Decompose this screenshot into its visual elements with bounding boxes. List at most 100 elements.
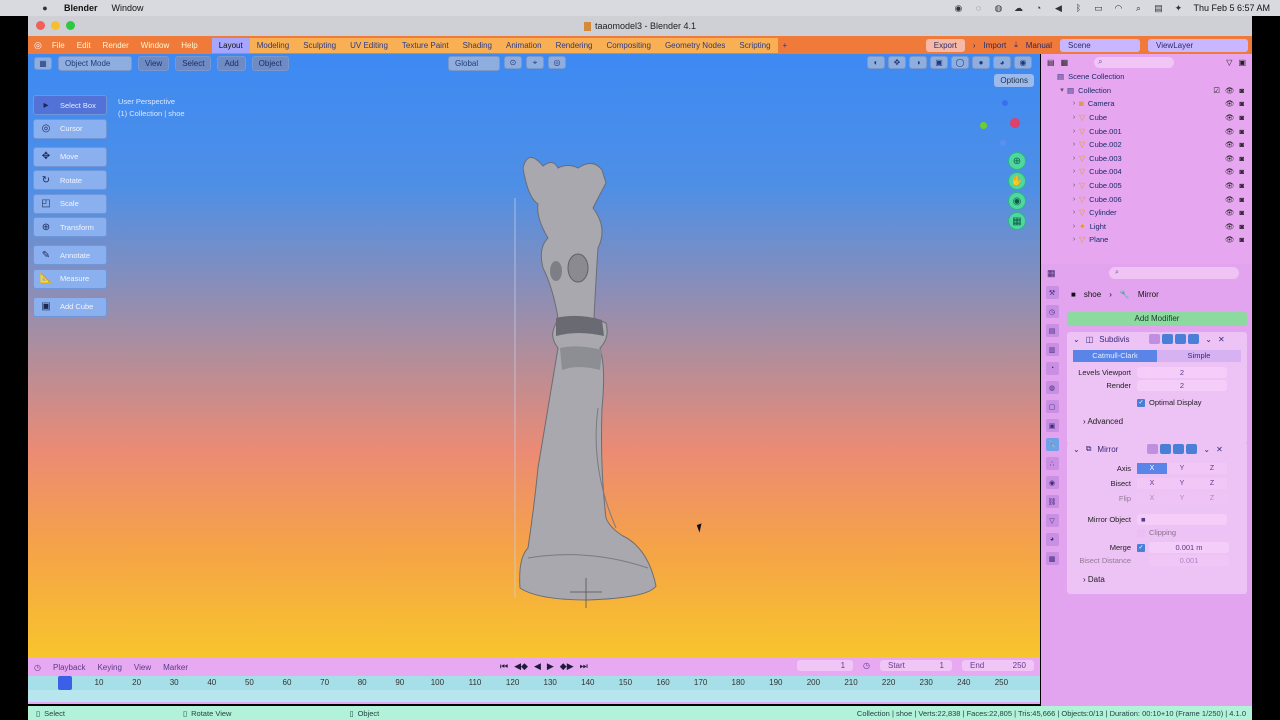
current-frame-field[interactable]: 1: [797, 660, 854, 671]
camera-render-icon[interactable]: ◙: [1239, 140, 1244, 149]
tool-tab-icon[interactable]: ⚒: [1045, 286, 1059, 299]
viewport-toggle-icon[interactable]: [1175, 334, 1187, 344]
outliner-item-cube-005[interactable]: › ▽ Cube.005 👁 ◙: [1041, 179, 1252, 193]
subdivision-name-field[interactable]: Subdivis: [1099, 335, 1139, 344]
tab-geometry-nodes[interactable]: Geometry Nodes: [657, 37, 733, 53]
menu-keying[interactable]: Keying: [97, 663, 121, 672]
pan-hand-icon[interactable]: ✋: [1008, 172, 1026, 190]
properties-editor-icon[interactable]: ▦: [1047, 268, 1056, 279]
data-tab-icon[interactable]: ▽: [1045, 514, 1059, 527]
eye-icon[interactable]: 👁: [1225, 222, 1235, 231]
playhead[interactable]: [58, 676, 73, 690]
transform-orientation-dropdown[interactable]: Global: [448, 56, 500, 71]
wireframe-shading-icon[interactable]: ◯: [951, 56, 969, 69]
collection-row[interactable]: ▾ ▤ Collection ☑ 👁 ◙: [1041, 84, 1252, 98]
eye-icon[interactable]: 👁: [1225, 140, 1235, 149]
breadcrumb-modifier[interactable]: Mirror: [1138, 290, 1159, 299]
camera-render-icon[interactable]: ◙: [1239, 195, 1244, 204]
subdivision-modifier-header[interactable]: ⌄ ◫ Subdivis ⌄ ✕: [1067, 332, 1247, 346]
editor-type-icon[interactable]: ▦: [34, 56, 52, 70]
gizmo-icon[interactable]: ✥: [888, 56, 906, 69]
camera-render-icon[interactable]: ◙: [1239, 167, 1244, 176]
menu-select[interactable]: Select: [175, 55, 212, 71]
tab-scripting[interactable]: Scripting: [732, 37, 778, 53]
pivot-icon[interactable]: ⊙: [504, 56, 522, 69]
mirror-object-field[interactable]: ■: [1137, 514, 1227, 525]
display-mode-icon[interactable]: ▦: [1061, 58, 1069, 67]
solid-shading-icon[interactable]: ●: [972, 56, 990, 69]
expand-icon[interactable]: ›: [1069, 168, 1079, 175]
merge-checkbox[interactable]: ✓: [1137, 543, 1145, 552]
tab-layout[interactable]: Layout: [211, 37, 250, 53]
record-icon[interactable]: ◉: [953, 3, 963, 13]
xray-icon[interactable]: ▣: [930, 56, 948, 69]
snap-icon[interactable]: ⌖: [526, 56, 544, 69]
menu-edit[interactable]: Edit: [77, 41, 91, 50]
jump-end-icon[interactable]: ⏭: [580, 661, 588, 672]
menu-render[interactable]: Render: [103, 41, 129, 50]
tab-catmull-clark[interactable]: Catmull-Clark: [1073, 350, 1157, 362]
scene-tab-icon[interactable]: ◔: [1045, 362, 1059, 375]
expand-icon[interactable]: ›: [1069, 141, 1079, 148]
expand-icon[interactable]: ›: [1069, 100, 1079, 107]
mac-menu-window[interactable]: Window: [112, 3, 144, 13]
search-icon[interactable]: ⌕: [1133, 3, 1143, 13]
start-frame-field[interactable]: Start 1: [880, 660, 952, 671]
play-reverse-icon[interactable]: ◀: [534, 661, 541, 672]
camera-render-icon[interactable]: ◙: [1239, 222, 1244, 231]
cloud-icon[interactable]: ☁: [1013, 3, 1023, 13]
dropdown-icon[interactable]: ⌄: [1205, 335, 1212, 344]
menu-view[interactable]: View: [138, 55, 170, 71]
bisect-y-toggle[interactable]: Y: [1167, 478, 1197, 489]
menu-marker[interactable]: Marker: [163, 663, 188, 672]
tab-texture-paint[interactable]: Texture Paint: [394, 37, 456, 53]
axis-x-dot[interactable]: [1010, 118, 1020, 128]
outliner-item-plane[interactable]: › ▽ Plane 👁 ◙: [1041, 233, 1252, 247]
camera-render-icon[interactable]: ◙: [1239, 127, 1244, 136]
optimal-display-checkbox[interactable]: ✓: [1137, 398, 1145, 407]
camera-render-icon[interactable]: ◙: [1239, 99, 1244, 108]
eye-icon[interactable]: 👁: [1225, 167, 1235, 176]
expand-icon[interactable]: ›: [1069, 196, 1079, 203]
battery-icon[interactable]: ▭: [1093, 3, 1103, 13]
outliner-item-cube-006[interactable]: › ▽ Cube.006 👁 ◙: [1041, 192, 1252, 206]
tool-select-box[interactable]: ▸ Select Box: [33, 95, 107, 115]
mac-app-name[interactable]: Blender: [64, 3, 98, 13]
expand-icon[interactable]: ›: [1069, 155, 1079, 162]
menu-playback[interactable]: Playback: [53, 663, 85, 672]
swirl-icon[interactable]: ◌: [973, 3, 983, 13]
scene-collection-row[interactable]: ▤ Scene Collection: [1041, 70, 1252, 84]
clock-icon[interactable]: ◷: [34, 663, 41, 672]
add-workspace-button[interactable]: +: [778, 41, 793, 50]
modifier-wrench-icon[interactable]: 🔧: [1045, 438, 1059, 451]
axis-x-toggle[interactable]: X: [1137, 463, 1167, 474]
viewport-toggle-icon[interactable]: [1173, 444, 1185, 454]
control-center-icon[interactable]: ▤: [1153, 3, 1163, 13]
viewlayer-selector[interactable]: ViewLayer: [1148, 38, 1248, 52]
mirror-modifier-header[interactable]: ⌄ ⧉ Mirror ⌄ ✕: [1067, 442, 1247, 456]
blender-logo-icon[interactable]: ◎: [34, 40, 42, 51]
expand-icon[interactable]: ›: [1069, 182, 1079, 189]
data-subpanel[interactable]: › Data: [1067, 573, 1247, 587]
flip-y-toggle[interactable]: Y: [1167, 493, 1197, 504]
clipping-checkbox[interactable]: [1137, 528, 1145, 537]
outliner-item-cube-001[interactable]: › ▽ Cube.001 👁 ◙: [1041, 124, 1252, 138]
zoom-window-button[interactable]: [66, 21, 75, 30]
proportional-edit-icon[interactable]: ◎: [548, 56, 566, 69]
eye-icon[interactable]: 👁: [1225, 195, 1235, 204]
close-icon[interactable]: ✕: [1218, 335, 1225, 344]
tool-annotate[interactable]: ✎ Annotate: [33, 245, 107, 265]
zoom-icon[interactable]: ⊕: [1008, 152, 1026, 170]
next-keyframe-icon[interactable]: ◆▶: [560, 661, 574, 672]
eye-icon[interactable]: 👁: [1225, 181, 1235, 190]
close-icon[interactable]: ✕: [1216, 445, 1223, 454]
tool-cursor[interactable]: ◎ Cursor: [33, 118, 107, 139]
expand-icon[interactable]: ›: [1069, 114, 1079, 121]
tool-move[interactable]: ✥ Move: [33, 146, 107, 167]
expand-icon[interactable]: ›: [1069, 236, 1079, 243]
tab-rendering[interactable]: Rendering: [548, 37, 600, 53]
tool-measure[interactable]: 📐 Measure: [33, 268, 107, 289]
bisect-distance-field[interactable]: 0.001: [1149, 555, 1229, 566]
eye-icon[interactable]: 👁: [1225, 235, 1235, 244]
apple-icon[interactable]: ●: [40, 3, 50, 13]
